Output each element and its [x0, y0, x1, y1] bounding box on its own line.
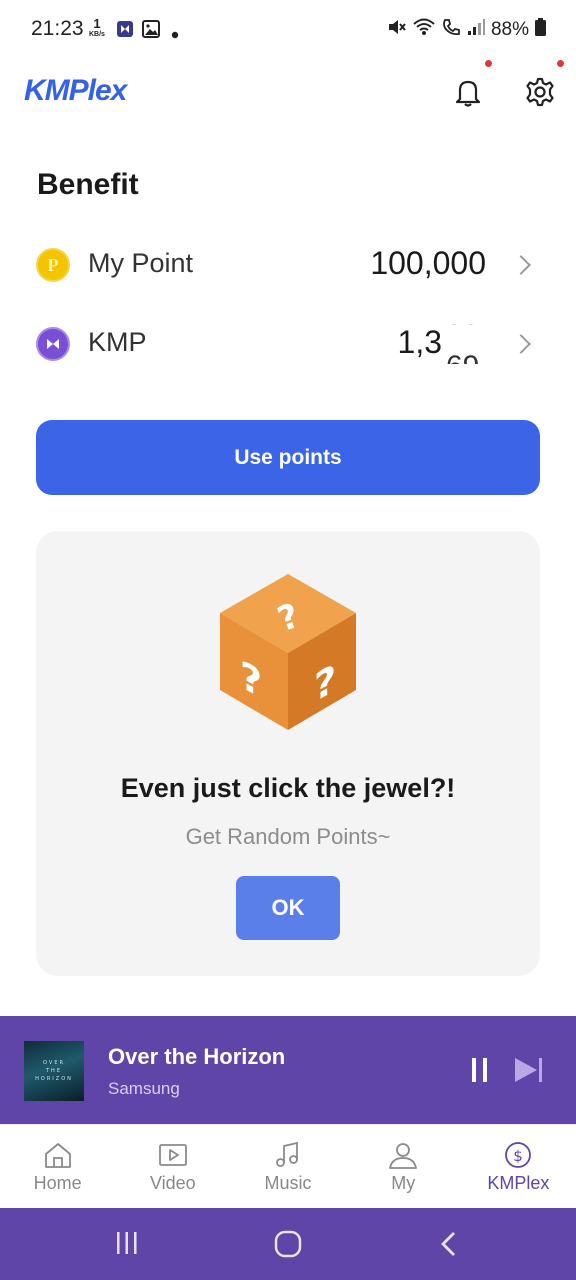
mystery-box-icon[interactable]: ? ? ? — [218, 571, 358, 736]
pause-button[interactable] — [468, 1056, 492, 1084]
nav-music[interactable]: Music — [230, 1125, 345, 1208]
skip-next-icon — [515, 1058, 542, 1082]
gallery-notification-icon — [142, 20, 160, 43]
track-title: Over the Horizon — [108, 1044, 286, 1069]
mute-icon — [387, 17, 407, 42]
chevron-right-icon — [511, 334, 531, 354]
my-point-label: My Point — [88, 248, 194, 278]
svg-text:$: $ — [514, 1147, 524, 1165]
back-system-button[interactable] — [438, 1230, 460, 1263]
album-art[interactable]: OVER THE HORIZON — [24, 1041, 84, 1101]
kmp-row[interactable]: KMP 1,35869 — [0, 313, 576, 373]
jewel-subtitle: Get Random Points~ — [185, 824, 391, 849]
recent-apps-button[interactable] — [114, 1230, 140, 1261]
album-art-line-1: OVER — [43, 1060, 65, 1066]
dollar-icon: $ — [505, 1142, 532, 1168]
settings-button[interactable] — [522, 74, 558, 110]
album-art-line-2: THE — [46, 1068, 62, 1074]
settings-badge — [557, 60, 564, 67]
nav-kmplex-label: KMPlex — [487, 1173, 550, 1193]
my-point-value: 100,000 — [370, 245, 486, 281]
kmp-value-text: 1,3 — [397, 324, 442, 360]
bell-icon — [455, 80, 481, 107]
nav-home-label: Home — [33, 1173, 82, 1193]
call-icon — [441, 17, 461, 42]
use-points-button[interactable]: Use points — [36, 420, 540, 495]
nav-my[interactable]: My — [346, 1125, 461, 1208]
album-art-line-3: HORIZON — [35, 1076, 73, 1082]
mini-player[interactable]: OVER THE HORIZON Over the Horizon Samsun… — [0, 1016, 576, 1124]
home-icon — [44, 1143, 71, 1168]
network-speed: 1 KB/s — [89, 17, 105, 40]
wifi-icon — [413, 17, 435, 42]
battery-percent: 88% — [490, 18, 529, 40]
kmp-value-rolling-digits: 5869 — [442, 324, 486, 364]
app-header: KMPlex — [0, 60, 576, 124]
kmp-coin-icon — [36, 327, 70, 361]
benefit-title: Benefit — [37, 168, 139, 201]
my-point-row[interactable]: P My Point 100,000 — [0, 234, 576, 294]
notification-badge — [485, 60, 492, 67]
network-speed-unit: KB/s — [89, 31, 105, 38]
chevron-right-icon — [511, 255, 531, 275]
system-navigation-bar — [0, 1208, 576, 1280]
back-chevron-icon — [441, 1232, 455, 1256]
point-coin-icon: P — [36, 248, 70, 282]
more-notifications-dot — [171, 26, 179, 44]
network-speed-value: 1 — [93, 16, 101, 31]
home-circle-icon — [274, 1230, 302, 1258]
ok-button[interactable]: OK — [236, 876, 340, 940]
nav-my-label: My — [391, 1173, 416, 1193]
music-icon — [276, 1141, 298, 1167]
nav-music-label: Music — [264, 1173, 312, 1193]
nav-video-label: Video — [149, 1173, 196, 1193]
track-artist: Samsung — [108, 1079, 180, 1098]
next-track-button[interactable] — [512, 1056, 546, 1084]
gear-icon — [526, 77, 554, 107]
battery-icon — [535, 18, 546, 41]
nav-kmplex[interactable]: $ KMPlex — [461, 1125, 576, 1208]
kmp-value: 1,35869 — [398, 324, 486, 364]
jewel-title: Even just click the jewel?! — [120, 773, 456, 803]
bottom-navigation: Home Video Music My $ KMPlex — [0, 1124, 576, 1208]
status-bar: 21:23 1 KB/s 88% — [0, 0, 576, 60]
home-system-button[interactable] — [274, 1230, 302, 1263]
recent-apps-icon — [117, 1232, 137, 1254]
status-time: 21:23 — [31, 17, 84, 40]
nav-home[interactable]: Home — [0, 1125, 115, 1208]
random-jewel-card: ? ? ? Even just click the jewel?! Get Ra… — [36, 531, 540, 976]
kmp-label: KMP — [88, 327, 147, 357]
notifications-button[interactable] — [450, 74, 486, 110]
video-icon — [158, 1144, 187, 1166]
nav-video[interactable]: Video — [115, 1125, 230, 1208]
kmp-notification-icon — [116, 20, 134, 43]
user-icon — [389, 1143, 418, 1169]
app-logo: KMPlex — [24, 74, 127, 107]
signal-icon — [467, 18, 485, 41]
pause-icon — [472, 1058, 487, 1082]
